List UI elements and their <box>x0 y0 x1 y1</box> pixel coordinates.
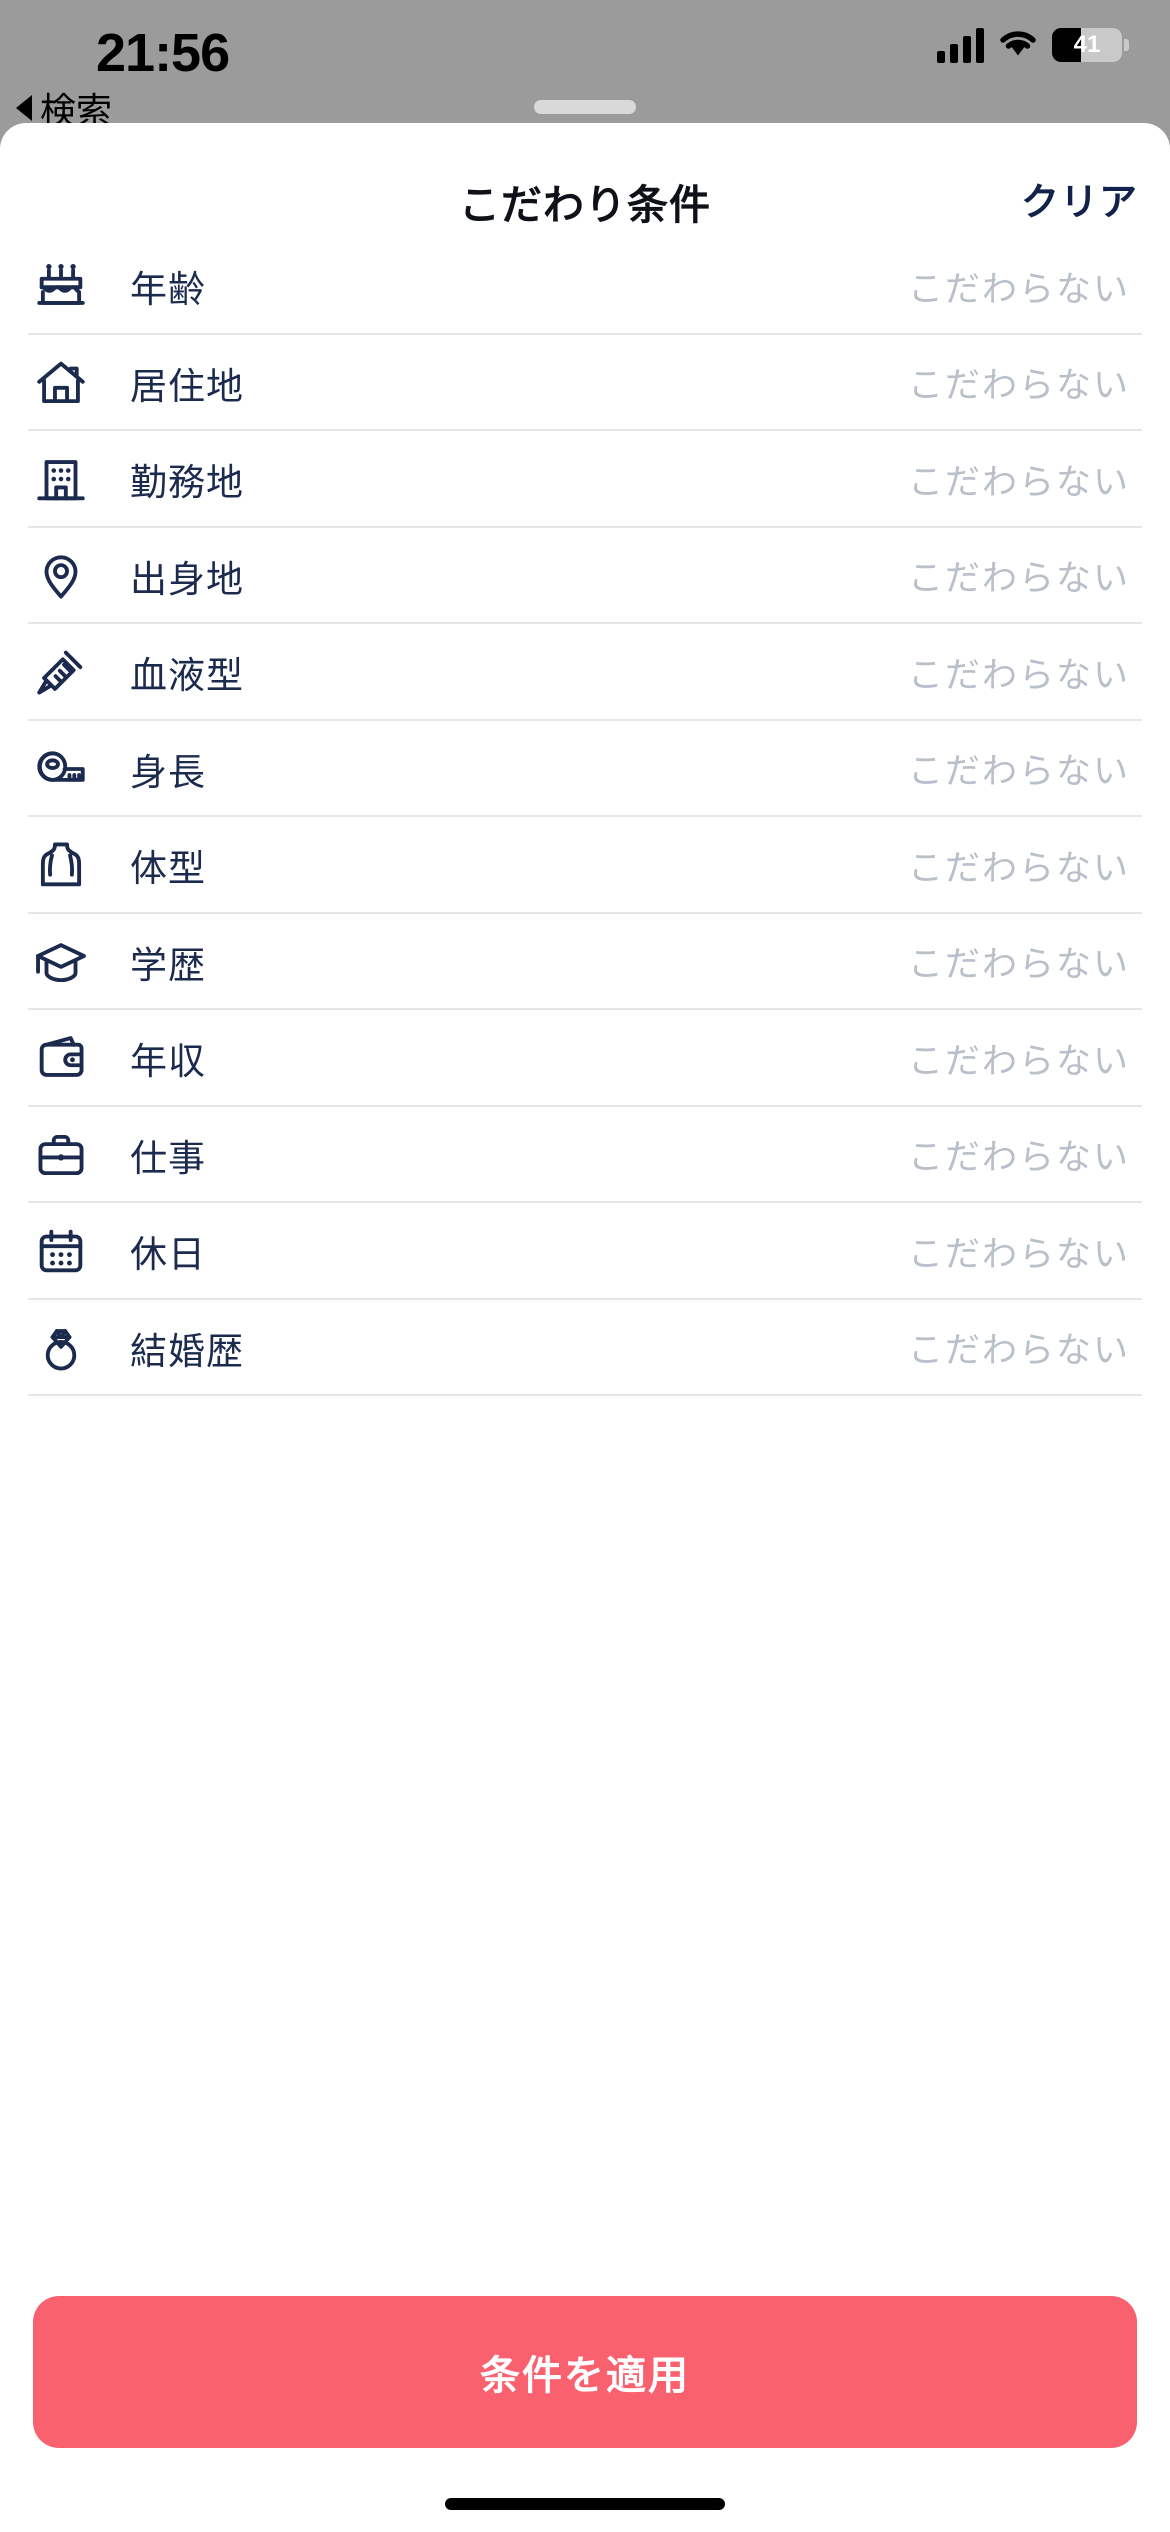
filter-list: 年齢 こだわらない 居住地 こだわらない 勤務地 こだわらない 出身地 こだわらない 血液型 こだ… <box>0 238 1170 1396</box>
filter-row-label: 勤務地 <box>130 462 244 504</box>
filter-row[interactable]: 休日 こだわらない <box>0 1203 1170 1300</box>
filter-row-label: 血液型 <box>130 655 244 697</box>
filter-row-label: 身長 <box>130 751 206 793</box>
ring-icon <box>30 1317 92 1379</box>
birthday-cake-icon <box>30 255 92 317</box>
syringe-icon <box>30 641 92 703</box>
filter-row-value: こだわらない <box>907 1331 1130 1371</box>
page-title: こだわり条件 <box>459 182 711 228</box>
filter-row-value: こだわらない <box>907 1138 1130 1178</box>
calendar-icon <box>30 1220 92 1282</box>
filter-row-value: こだわらない <box>907 1041 1130 1081</box>
filter-row[interactable]: 体型 こだわらない <box>0 817 1170 914</box>
clear-button[interactable]: クリア <box>1021 171 1138 226</box>
map-pin-icon <box>30 545 92 607</box>
filter-bottom-sheet: こだわり条件 クリア 年齢 こだわらない 居住地 こだわらない 勤務地 こだわらない 出身地… <box>0 123 1170 2532</box>
filter-row[interactable]: 結婚歴 こだわらない <box>0 1300 1170 1397</box>
status-bar-indicators: 41 <box>937 26 1129 63</box>
filter-row-label: 休日 <box>130 1234 206 1276</box>
filter-row-label: 体型 <box>130 848 206 890</box>
sheet-footer: 条件を適用 <box>0 2257 1170 2532</box>
wifi-icon <box>998 26 1038 63</box>
filter-row-value: こだわらない <box>907 752 1130 792</box>
filter-row-value: こだわらない <box>907 559 1130 599</box>
graduation-cap-icon <box>30 931 92 993</box>
filter-row-value: こだわらない <box>907 1234 1130 1274</box>
status-bar-clock: 21:56 <box>96 23 230 83</box>
filter-row-value: こだわらない <box>907 366 1130 406</box>
filter-row-label: 年齢 <box>130 269 206 311</box>
back-arrow-icon <box>16 95 32 121</box>
wallet-icon <box>30 1027 92 1089</box>
filter-row[interactable]: 身長 こだわらない <box>0 721 1170 818</box>
apply-filters-button[interactable]: 条件を適用 <box>33 2296 1137 2448</box>
home-indicator <box>445 2498 725 2510</box>
filter-row-value: こだわらない <box>907 945 1130 985</box>
house-icon <box>30 352 92 414</box>
filter-row-value: こだわらない <box>907 269 1130 309</box>
filter-row[interactable]: 年齢 こだわらない <box>0 238 1170 335</box>
battery-icon: 41 <box>1052 27 1129 62</box>
filter-row[interactable]: 学歴 こだわらない <box>0 914 1170 1011</box>
filter-row-value: こだわらない <box>907 655 1130 695</box>
filter-row[interactable]: 年収 こだわらない <box>0 1010 1170 1107</box>
filter-row[interactable]: 居住地 こだわらない <box>0 335 1170 432</box>
filter-row[interactable]: 仕事 こだわらない <box>0 1107 1170 1204</box>
filter-row[interactable]: 出身地 こだわらない <box>0 528 1170 625</box>
filter-row-label: 結婚歴 <box>130 1330 244 1372</box>
filter-row-label: 出身地 <box>130 558 244 600</box>
filter-row-label: 仕事 <box>130 1137 206 1179</box>
filter-row-value: こだわらない <box>907 462 1130 502</box>
briefcase-icon <box>30 1124 92 1186</box>
office-building-icon <box>30 448 92 510</box>
tape-measure-icon <box>30 738 92 800</box>
filter-row[interactable]: 勤務地 こだわらない <box>0 431 1170 528</box>
filter-row-label: 学歴 <box>130 944 206 986</box>
sheet-drag-handle[interactable] <box>534 100 636 114</box>
filter-row[interactable]: 血液型 こだわらない <box>0 624 1170 721</box>
battery-percent-label: 41 <box>1073 30 1101 58</box>
body-torso-icon <box>30 834 92 896</box>
signal-bars-icon <box>937 27 984 63</box>
filter-row-label: 年収 <box>130 1041 206 1083</box>
filter-row-label: 居住地 <box>130 365 244 407</box>
filter-row-value: こだわらない <box>907 848 1130 888</box>
sheet-header: こだわり条件 クリア <box>0 123 1170 238</box>
